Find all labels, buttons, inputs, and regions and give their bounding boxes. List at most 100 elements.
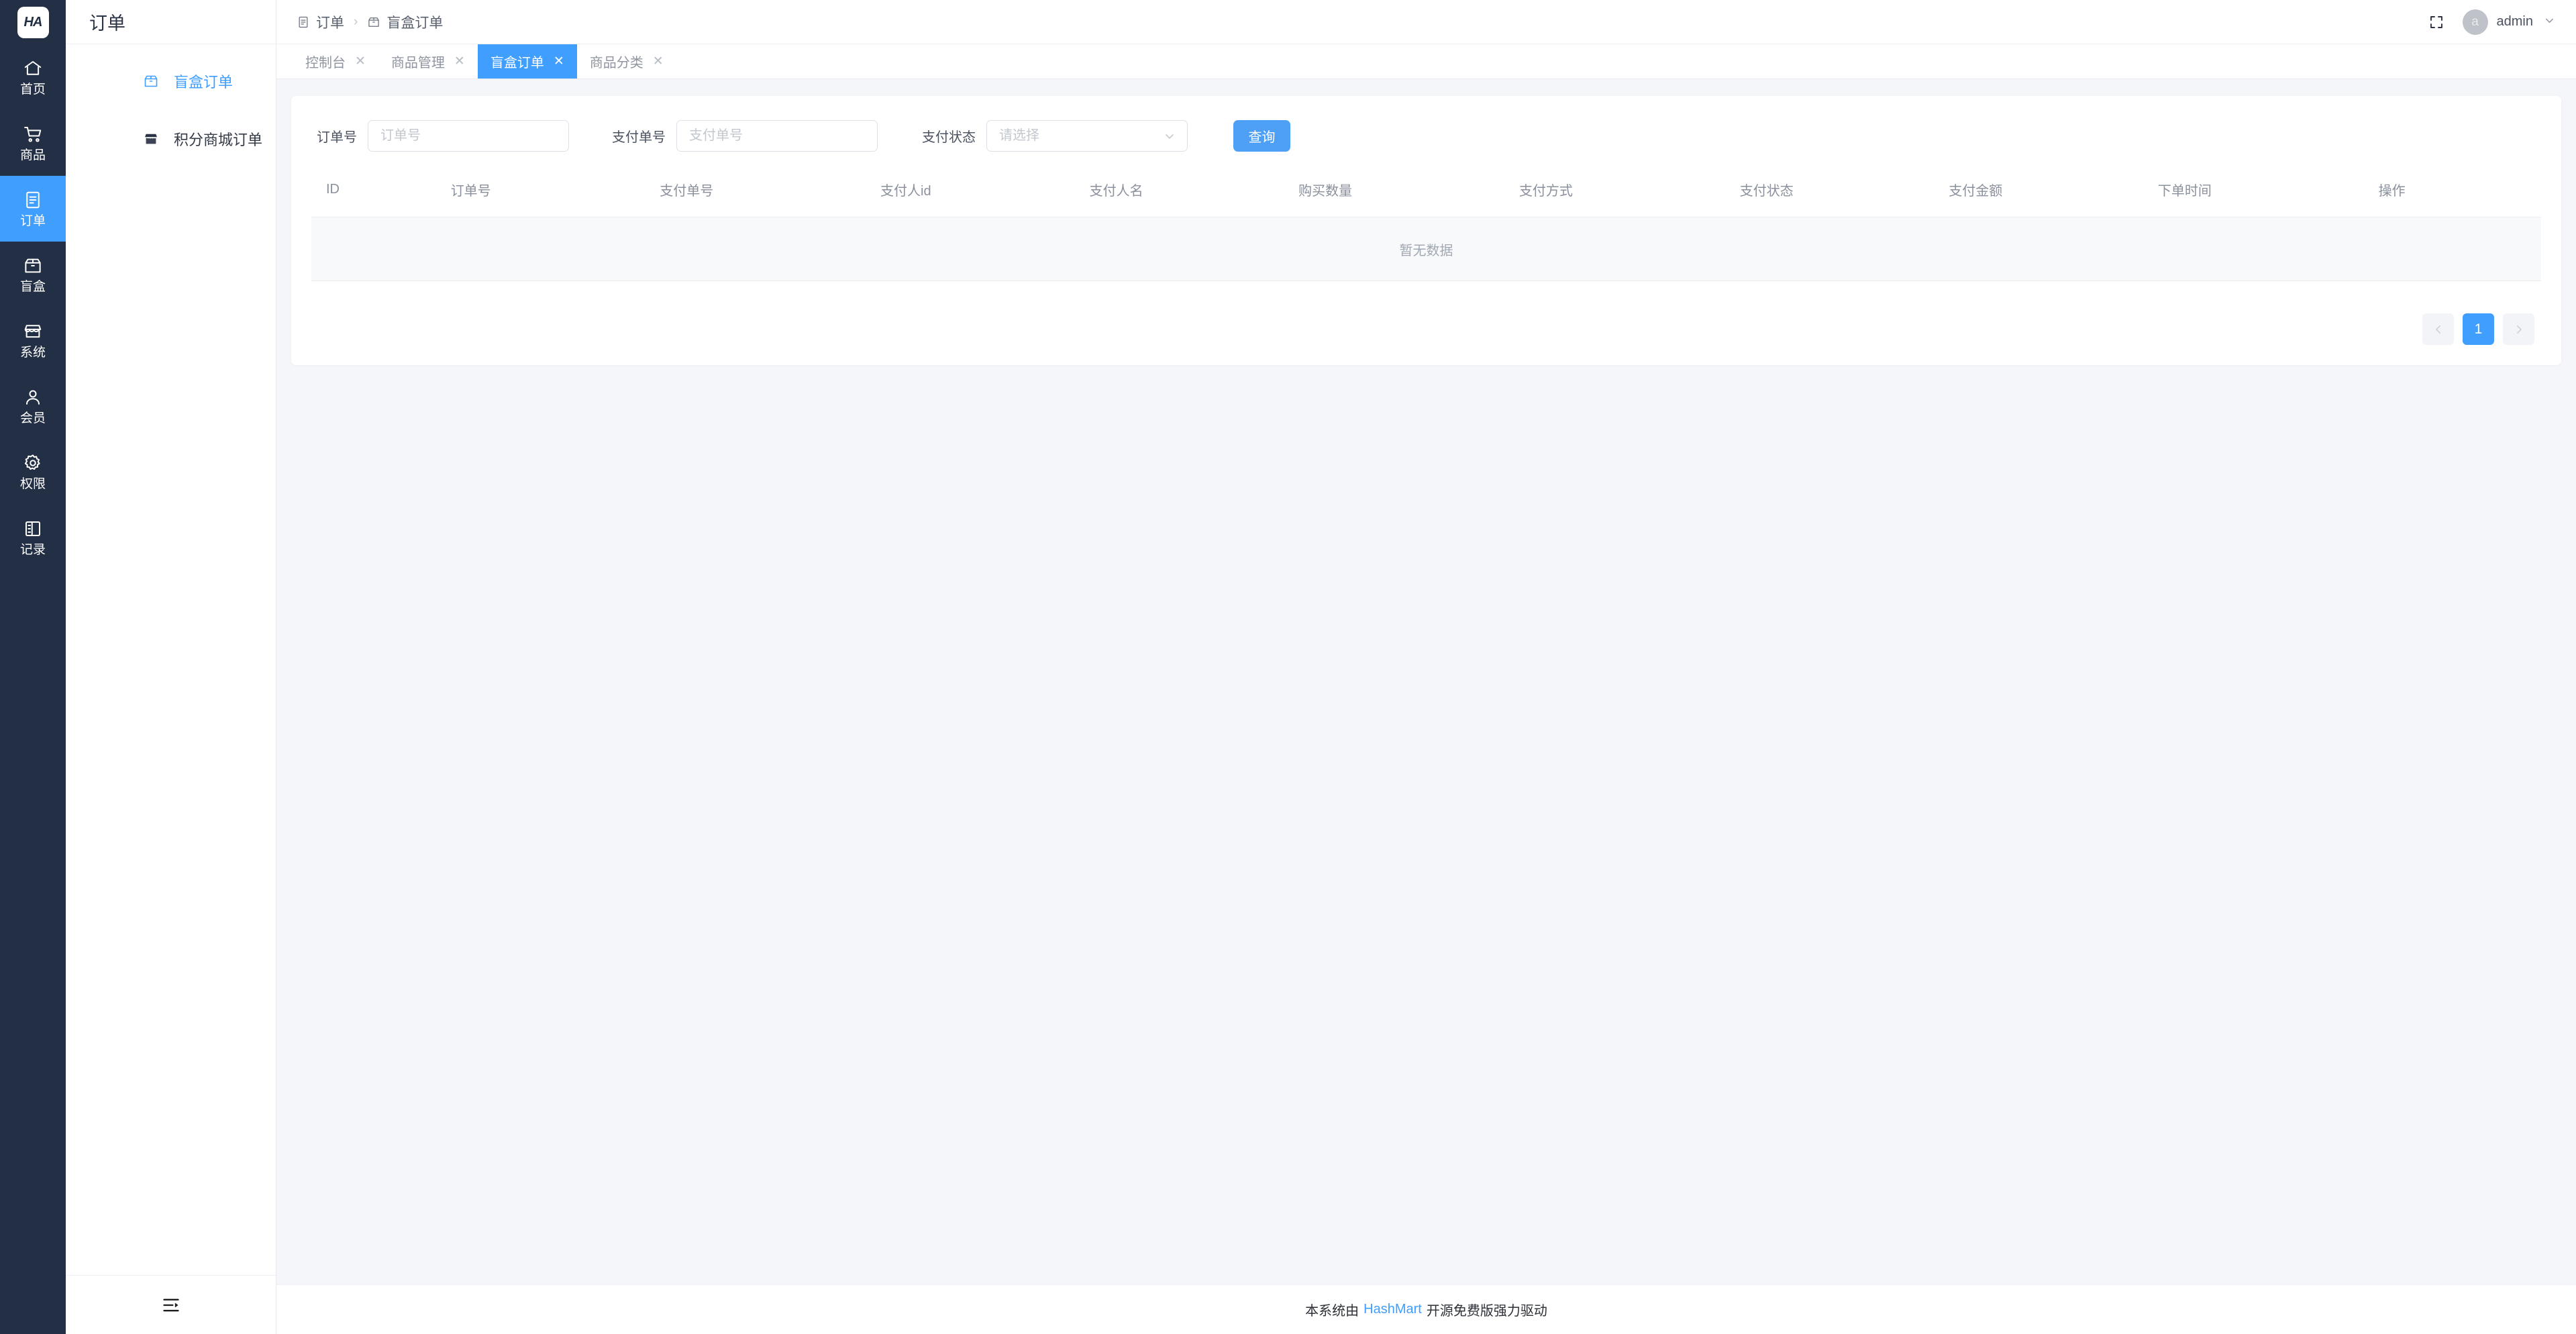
breadcrumb-item-blindbox-orders[interactable]: 盲盒订单: [367, 12, 443, 32]
pagination-prev[interactable]: [2422, 313, 2454, 345]
col-pay-amount: 支付金额: [1949, 172, 2158, 217]
primary-sidebar: HA 首页 商品 订单 盲盒 系统 会员 权限 记录: [0, 0, 66, 1334]
breadcrumb-label-blindbox-orders: 盲盒订单: [387, 15, 444, 31]
tab-strip: 控制台 ✕ 商品管理 ✕ 盲盒订单 ✕ 商品分类 ✕: [276, 44, 2576, 79]
breadcrumb-item-orders[interactable]: 订单: [297, 12, 344, 32]
col-payer-id: 支付人id: [880, 172, 1090, 217]
sidebar-item-records[interactable]: 记录: [0, 505, 66, 570]
pagination-page-1[interactable]: 1: [2463, 313, 2494, 345]
pagination-next[interactable]: [2503, 313, 2534, 345]
sidebar-item-system[interactable]: 系统: [0, 307, 66, 373]
label-pay-status: 支付状态: [922, 130, 976, 145]
table-empty-text: 暂无数据: [311, 217, 2541, 281]
secondary-sidebar: 订单 盲盒订单 积分商城订单: [66, 0, 276, 1334]
cart-icon: [23, 124, 43, 144]
app-root: HA 首页 商品 订单 盲盒 系统 会员 权限 记录 订单 盲盒订单 积分商城订…: [0, 0, 2576, 1334]
logo-text: HA: [17, 6, 49, 38]
close-icon[interactable]: ✕: [653, 55, 664, 68]
submenu-label-points-mall-orders: 积分商城订单: [174, 132, 263, 148]
breadcrumb: 订单 › 盲盒订单: [297, 12, 443, 32]
submenu-item-blindbox-orders[interactable]: 盲盒订单: [66, 60, 276, 102]
sidebar-item-permissions[interactable]: 权限: [0, 439, 66, 505]
menu-fold-icon[interactable]: [158, 1292, 185, 1319]
orders-table: ID 订单号 支付单号 支付人id 支付人名 购买数量 支付方式 支付状态 支付…: [311, 172, 2541, 281]
col-quantity: 购买数量: [1298, 172, 1519, 217]
order-no-input[interactable]: [368, 120, 569, 152]
tab-goods-management[interactable]: 商品管理 ✕: [378, 44, 478, 79]
col-actions: 操作: [2378, 172, 2541, 217]
user-name: admin: [2496, 14, 2533, 29]
footer-suffix: 开源免费版强力驱动: [1426, 1304, 1547, 1319]
sidebar-label-home: 首页: [19, 83, 46, 97]
page-title: 订单: [89, 13, 125, 34]
secondary-sidebar-footer: [66, 1275, 276, 1334]
app-logo[interactable]: HA: [0, 0, 66, 44]
tab-label-dashboard: 控制台: [305, 56, 346, 70]
search-button[interactable]: 查询: [1233, 120, 1290, 152]
tab-goods-category[interactable]: 商品分类 ✕: [577, 44, 676, 79]
pay-status-input[interactable]: [986, 120, 1188, 152]
pay-status-select[interactable]: [986, 120, 1188, 152]
document-icon: [297, 15, 310, 29]
sidebar-label-blindbox: 盲盒: [19, 280, 46, 294]
submenu-item-points-mall-orders[interactable]: 积分商城订单: [66, 118, 276, 160]
box-icon: [23, 256, 43, 276]
orders-table-body: 暂无数据: [311, 217, 2541, 281]
secondary-sidebar-header: 订单: [66, 0, 276, 44]
sidebar-label-orders: 订单: [19, 214, 46, 228]
sidebar-item-members[interactable]: 会员: [0, 373, 66, 439]
box-icon: [367, 15, 380, 29]
col-pay-method: 支付方式: [1518, 172, 1740, 217]
footer-prefix: 本系统由: [1305, 1304, 1359, 1319]
field-order-no: 订单号: [317, 120, 569, 152]
pagination: 1: [311, 281, 2541, 345]
orders-table-head: ID 订单号 支付单号 支付人id 支付人名 购买数量 支付方式 支付状态 支付…: [311, 172, 2541, 217]
chevron-down-icon: [2543, 14, 2556, 30]
tab-label-goods-management: 商品管理: [391, 56, 445, 70]
box-icon: [143, 73, 159, 89]
sidebar-item-goods[interactable]: 商品: [0, 110, 66, 176]
topbar-tools: a admin: [2428, 9, 2556, 35]
close-icon[interactable]: ✕: [554, 55, 564, 68]
notebook-icon: [23, 519, 43, 539]
chevron-right-icon: [2513, 323, 2525, 336]
topbar: 订单 › 盲盒订单 a admin: [276, 0, 2576, 44]
user-icon: [23, 387, 43, 407]
breadcrumb-separator: ›: [354, 14, 358, 29]
orders-table-header-row: ID 订单号 支付单号 支付人id 支付人名 购买数量 支付方式 支付状态 支付…: [311, 172, 2541, 217]
shop-icon: [143, 131, 159, 147]
secondary-sidebar-list: 盲盒订单 积分商城订单: [66, 44, 276, 1275]
col-payer-name: 支付人名: [1089, 172, 1299, 217]
sidebar-item-home[interactable]: 首页: [0, 44, 66, 110]
filter-bar: 订单号 支付单号 支付状态: [311, 96, 2541, 172]
tab-label-blindbox-orders: 盲盒订单: [490, 56, 544, 70]
col-order-time: 下单时间: [2157, 172, 2379, 217]
close-icon[interactable]: ✕: [454, 55, 465, 68]
close-icon[interactable]: ✕: [355, 55, 366, 68]
avatar: a: [2462, 9, 2488, 35]
sidebar-label-members: 会员: [19, 411, 46, 425]
col-order-no: 订单号: [450, 172, 660, 217]
document-icon: [23, 190, 43, 210]
tab-blindbox-orders[interactable]: 盲盒订单 ✕: [477, 44, 577, 79]
sidebar-label-permissions: 权限: [19, 477, 46, 491]
pay-no-input[interactable]: [676, 120, 878, 152]
shop-icon: [23, 321, 43, 342]
sidebar-label-goods: 商品: [19, 148, 46, 162]
tab-dashboard[interactable]: 控制台 ✕: [293, 44, 378, 79]
fullscreen-icon[interactable]: [2428, 13, 2445, 31]
table-empty-row: 暂无数据: [311, 217, 2541, 281]
label-order-no: 订单号: [317, 130, 357, 145]
sidebar-item-orders[interactable]: 订单: [0, 176, 66, 242]
field-pay-no: 支付单号: [612, 120, 878, 152]
footer: 本系统由 HashMart 开源免费版强力驱动: [276, 1284, 2576, 1334]
col-pay-status: 支付状态: [1739, 172, 1949, 217]
sidebar-item-blindbox[interactable]: 盲盒: [0, 242, 66, 307]
sidebar-label-records: 记录: [19, 543, 46, 557]
submenu-label-blindbox-orders: 盲盒订单: [174, 74, 234, 91]
orders-card: 订单号 支付单号 支付状态: [291, 96, 2561, 365]
main-column: 订单 › 盲盒订单 a admin 控制台 ✕ 商品管理 ✕ 盲盒订单 ✕ 商品…: [276, 0, 2576, 1334]
home-icon: [23, 58, 43, 79]
user-menu[interactable]: a admin: [2462, 9, 2556, 35]
footer-link-hashmart[interactable]: HashMart: [1363, 1302, 1422, 1317]
